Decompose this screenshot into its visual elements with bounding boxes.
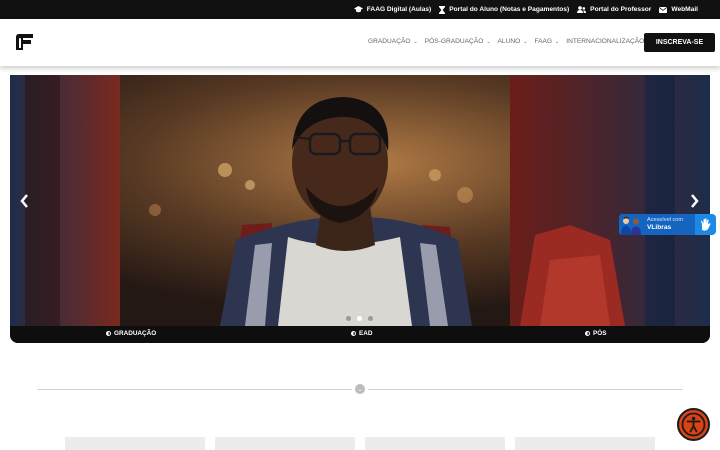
portal-professor-link[interactable]: Portal do Professor (577, 6, 651, 13)
vlibras-widget[interactable]: Acessível com VLibras (619, 214, 695, 235)
section-divider-left (37, 389, 352, 390)
slide-tab-ead-label: EAD (359, 330, 373, 337)
chevron-right-icon (691, 194, 699, 208)
half-circle-icon (351, 331, 356, 336)
slide-tab-pos-label: PÓS (593, 330, 607, 337)
webmail-link[interactable]: WebMail (659, 6, 698, 13)
nav-faag-label: FAAG (534, 38, 553, 45)
vlibras-text: Acessível com VLibras (647, 217, 683, 232)
envelope-icon (659, 6, 668, 13)
chevron-left-icon (20, 194, 28, 208)
slide-tab-ead[interactable]: EAD (351, 330, 373, 337)
faag-digital-label: FAAG Digital (Aulas) (366, 6, 432, 13)
half-circle-icon (585, 331, 590, 336)
slider-dot-active[interactable] (357, 316, 362, 321)
slide-tab-pos[interactable]: PÓS (585, 330, 607, 337)
top-utility-bar: FAAG Digital (Aulas) Portal do Aluno (No… (0, 0, 720, 19)
main-nav: GRADUAÇÃO ⌄ PÓS-GRADUAÇÃO ⌄ ALUNO ⌄ FAAG… (368, 38, 644, 45)
vlibras-hand-button[interactable] (695, 214, 716, 235)
slide-tab-graduacao[interactable]: GRADUAÇÃO (106, 330, 156, 337)
graduation-cap-icon (353, 6, 363, 13)
slider-dot[interactable] (368, 316, 373, 321)
hourglass-icon (439, 5, 446, 14)
chevron-down-icon: ⌄ (486, 38, 491, 45)
nav-internacionalizacao[interactable]: INTERNACIONALIZAÇÃO (566, 38, 644, 45)
webmail-label: WebMail (671, 6, 698, 13)
vlibras-small-text: Acessível com (647, 217, 684, 223)
slider-dot[interactable] (346, 316, 351, 321)
sign-language-hand-icon (701, 218, 711, 231)
users-icon (577, 6, 587, 13)
portal-aluno-link[interactable]: Portal do Aluno (Notas e Pagamentos) (439, 5, 570, 14)
accessibility-person-icon (681, 412, 706, 437)
inscreva-se-button[interactable]: INSCREVA-SE (644, 33, 715, 52)
chevron-down-icon: ⌄ (413, 38, 418, 45)
main-header: GRADUAÇÃO ⌄ PÓS-GRADUAÇÃO ⌄ ALUNO ⌄ FAAG… (0, 19, 720, 66)
vlibras-avatars-icon (621, 216, 641, 235)
hero-photo (10, 75, 710, 326)
nav-aluno[interactable]: ALUNO ⌄ (498, 38, 528, 45)
faag-digital-link[interactable]: FAAG Digital (Aulas) (353, 6, 432, 13)
nav-faag[interactable]: FAAG ⌄ (534, 38, 559, 45)
chevron-down-icon: ⌄ (523, 38, 528, 45)
slider-tab-bar: GRADUAÇÃO EAD PÓS (10, 326, 710, 343)
course-card[interactable] (365, 437, 505, 450)
course-card[interactable] (515, 437, 655, 450)
chevron-down-icon: ⌄ (555, 38, 560, 45)
nav-internacionalizacao-label: INTERNACIONALIZAÇÃO (566, 38, 645, 45)
course-card[interactable] (65, 437, 205, 450)
slider-next-button[interactable] (690, 193, 700, 214)
portal-professor-label: Portal do Professor (590, 6, 652, 13)
nav-pos-graduacao[interactable]: PÓS-GRADUAÇÃO ⌄ (425, 38, 491, 45)
nav-aluno-label: ALUNO (497, 38, 521, 45)
chevron-down-icon[interactable]: ⌄ (355, 384, 365, 394)
portal-aluno-label: Portal do Aluno (Notas e Pagamentos) (449, 6, 570, 13)
slide-tab-graduacao-label: GRADUAÇÃO (114, 330, 157, 337)
hero-slider: GRADUAÇÃO EAD PÓS (10, 75, 710, 343)
faag-logo[interactable] (16, 34, 33, 50)
section-divider-right (368, 389, 683, 390)
course-card[interactable] (215, 437, 355, 450)
half-circle-icon (106, 331, 111, 336)
accessibility-button[interactable] (677, 408, 710, 441)
vlibras-big-text: VLibras (647, 224, 672, 231)
page: FAAG Digital (Aulas) Portal do Aluno (No… (0, 0, 720, 450)
nav-graduacao-label: GRADUAÇÃO (368, 38, 411, 45)
slider-prev-button[interactable] (19, 193, 29, 214)
nav-pos-graduacao-label: PÓS-GRADUAÇÃO (424, 38, 484, 45)
slider-dots (346, 316, 373, 321)
nav-graduacao[interactable]: GRADUAÇÃO ⌄ (368, 38, 418, 45)
